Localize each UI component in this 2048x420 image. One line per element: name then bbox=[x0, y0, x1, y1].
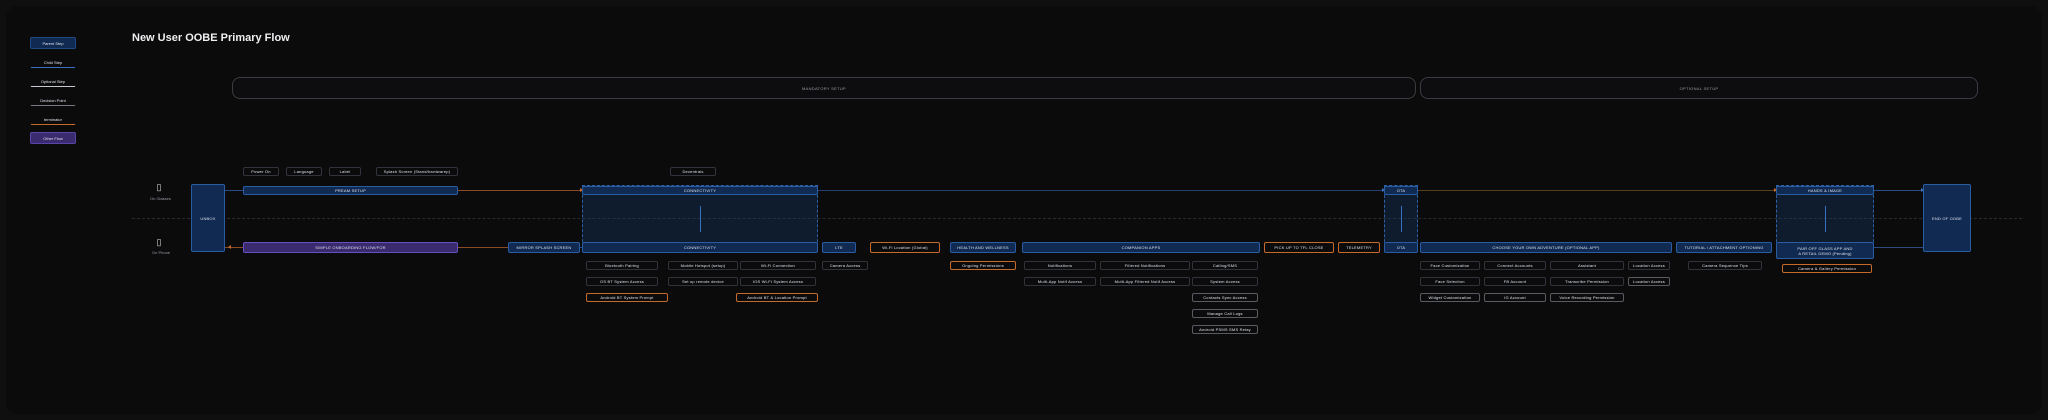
choose-child: Voice Recording Permission bbox=[1550, 293, 1624, 302]
connectivity-child: Bluetooth Pairing bbox=[586, 261, 658, 270]
companion-child: Multi-App Notif Access bbox=[1024, 277, 1096, 286]
companion-child: Calling/SMS bbox=[1192, 261, 1258, 270]
connector bbox=[225, 190, 243, 191]
choose-child: Location Access bbox=[1628, 277, 1670, 286]
companion-child: Multi-App Filtered Notif Access bbox=[1100, 277, 1190, 286]
mandatory-setup-bracket: MANDATORY SETUP bbox=[232, 77, 1416, 99]
health-node: HEALTH AND WELLNESS bbox=[950, 242, 1016, 253]
pre-setup-child: Power On bbox=[243, 167, 279, 176]
choose-child: Transcribe Permission bbox=[1550, 277, 1624, 286]
sync-arrow bbox=[1401, 206, 1402, 232]
connector bbox=[1418, 190, 1776, 191]
companion-child: Filtered Notifications bbox=[1100, 261, 1190, 270]
unbox-node: UNBOX bbox=[191, 184, 225, 252]
connectivity-child: IOS Wi-Fi System Access bbox=[740, 277, 816, 286]
pick-up-node: PICK UP TO TFL CLOSE bbox=[1264, 242, 1334, 253]
choose-child: IG Account bbox=[1484, 293, 1546, 302]
pair-phone-node: PAIR OFF GLASS APP AND A RETAIL DEMO (Pe… bbox=[1776, 242, 1874, 259]
legend-primary: Parent Step bbox=[30, 37, 76, 49]
ota-phone-node: OTA bbox=[1384, 242, 1418, 253]
choose-child: Face Selection bbox=[1420, 277, 1480, 286]
legend-decision: Decision Point bbox=[30, 94, 76, 106]
tutorial-child: Camera Sequence Tips bbox=[1688, 261, 1762, 270]
choose-child: Face Customization bbox=[1420, 261, 1480, 270]
phone-icon: ▯ bbox=[156, 237, 162, 247]
connector bbox=[458, 190, 582, 191]
connectivity-child: Mobile Hotspot (setup) bbox=[668, 261, 738, 270]
companion-child: Contacts Sync Access bbox=[1192, 293, 1258, 302]
choose-child: Assistant bbox=[1550, 261, 1624, 270]
glasses-icon: ▯ bbox=[156, 182, 162, 192]
glasses-label: On Glasses bbox=[150, 196, 171, 201]
connectivity-child: Set up remote device bbox=[668, 277, 738, 286]
choose-child: Widget Customization bbox=[1420, 293, 1480, 302]
connector bbox=[818, 190, 1384, 191]
splash-node: MIRROR SPLASH SCREEN bbox=[508, 242, 580, 253]
companion-child: Manage Call Logs bbox=[1192, 309, 1258, 318]
companion-node: COMPANION APPS bbox=[1022, 242, 1260, 253]
choose-adventure-node: CHOOSE YOUR OWN ADVENTURE (OPTIONAL APP) bbox=[1420, 242, 1672, 253]
legend-optional: Optional Step bbox=[30, 75, 76, 87]
connectivity-child: Android BT & Location Prompt bbox=[736, 293, 818, 302]
pair-glasses-node: HANDS & IMAGE bbox=[1776, 186, 1874, 195]
pre-setup-child: Label bbox=[329, 167, 361, 176]
simple-onboarding-node: SIMPLE ONBOARDING FLOW/FOR bbox=[243, 242, 458, 253]
legend-child: Child Step bbox=[30, 56, 76, 68]
lte-node: LTE bbox=[822, 242, 856, 253]
legend-other: Other Flow bbox=[30, 132, 76, 144]
pair-child: Camera & Gallery Permission bbox=[1782, 264, 1872, 273]
diagram-canvas: New User OOBE Primary Flow Parent Step C… bbox=[6, 6, 2042, 414]
sync-arrow bbox=[1825, 206, 1826, 232]
ota-glasses-node: OTA bbox=[1384, 186, 1418, 195]
connectivity-child: Wi-Fi Connection bbox=[740, 261, 816, 270]
pre-setup-node: PREAM SETUP bbox=[243, 186, 458, 195]
row-divider bbox=[132, 218, 2022, 219]
connector bbox=[1874, 190, 1923, 191]
choose-child: FB Account bbox=[1484, 277, 1546, 286]
connectivity-glasses-node: CONNECTIVITY bbox=[582, 186, 818, 195]
health-child: Ongoing Permissions bbox=[950, 261, 1016, 270]
end-node: END OF OOBE bbox=[1923, 184, 1971, 252]
companion-child: Android PSMS SMS Relay bbox=[1192, 325, 1258, 334]
sync-arrow bbox=[700, 206, 701, 232]
wifi-location-node: Wi-Fi Location (Global) bbox=[870, 242, 940, 253]
choose-child: Connect Accounts bbox=[1484, 261, 1546, 270]
lte-child: Camera Access bbox=[822, 261, 868, 270]
connector bbox=[1874, 247, 1923, 248]
telemetry-node: TELEMETRY bbox=[1338, 242, 1380, 253]
companion-child: Notifications bbox=[1024, 261, 1096, 270]
page-title: New User OOBE Primary Flow bbox=[132, 32, 290, 44]
arrow-icon bbox=[1921, 188, 1924, 192]
companion-child: System Access bbox=[1192, 277, 1258, 286]
phone-label: On Phone bbox=[152, 250, 171, 255]
connectivity-top-child: Decentrals bbox=[670, 167, 716, 176]
legend-terminator: terminator bbox=[30, 113, 76, 125]
optional-setup-bracket: OPTIONAL SETUP bbox=[1420, 77, 1978, 99]
connector bbox=[458, 247, 514, 248]
tutorial-node: TUTORIAL / ATTACHMENT OPTIONING bbox=[1676, 242, 1772, 253]
pre-setup-child: Splash Screen (Stand/hardwarep) bbox=[376, 167, 458, 176]
pre-setup-child: Language bbox=[286, 167, 322, 176]
connectivity-child: OS BT System Access bbox=[586, 277, 658, 286]
connectivity-phone-node: CONNECTIVITY bbox=[582, 242, 818, 253]
arrow-icon bbox=[228, 245, 231, 249]
choose-child: Location Access bbox=[1628, 261, 1670, 270]
connectivity-child: Android BT System Prompt bbox=[586, 293, 668, 302]
